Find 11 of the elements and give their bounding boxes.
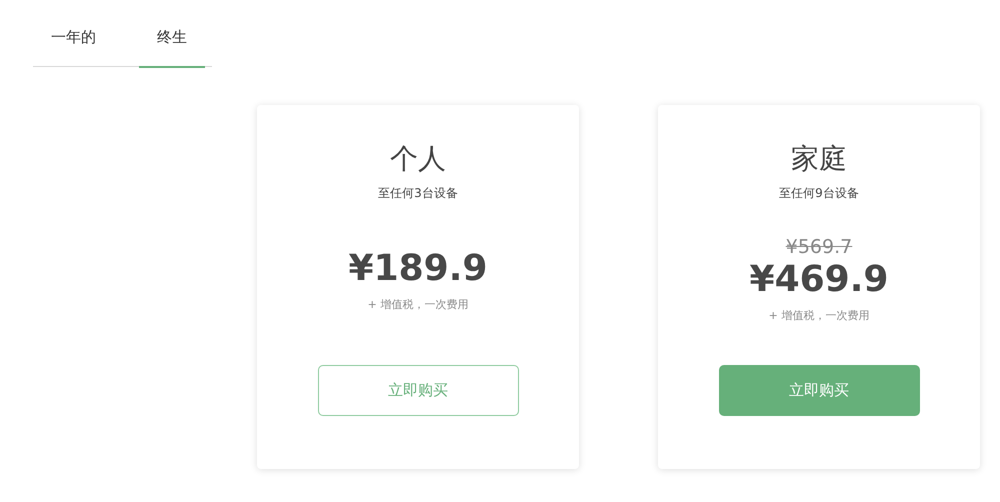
- plan-name: 家庭: [791, 141, 847, 177]
- device-count: 至任何9台设备: [779, 185, 859, 202]
- device-count: 至任何3台设备: [378, 185, 458, 202]
- original-price: ¥569.7: [786, 236, 852, 258]
- tab[interactable]: 终生: [139, 28, 205, 68]
- price-note: + 增值税，一次费用: [368, 297, 468, 312]
- price: ¥189.9: [348, 247, 488, 291]
- tab[interactable]: 一年的: [33, 28, 114, 68]
- price-note: + 增值税，一次费用: [768, 308, 870, 323]
- price: ¥469.9: [750, 258, 888, 302]
- plan-name: 个人: [390, 141, 446, 177]
